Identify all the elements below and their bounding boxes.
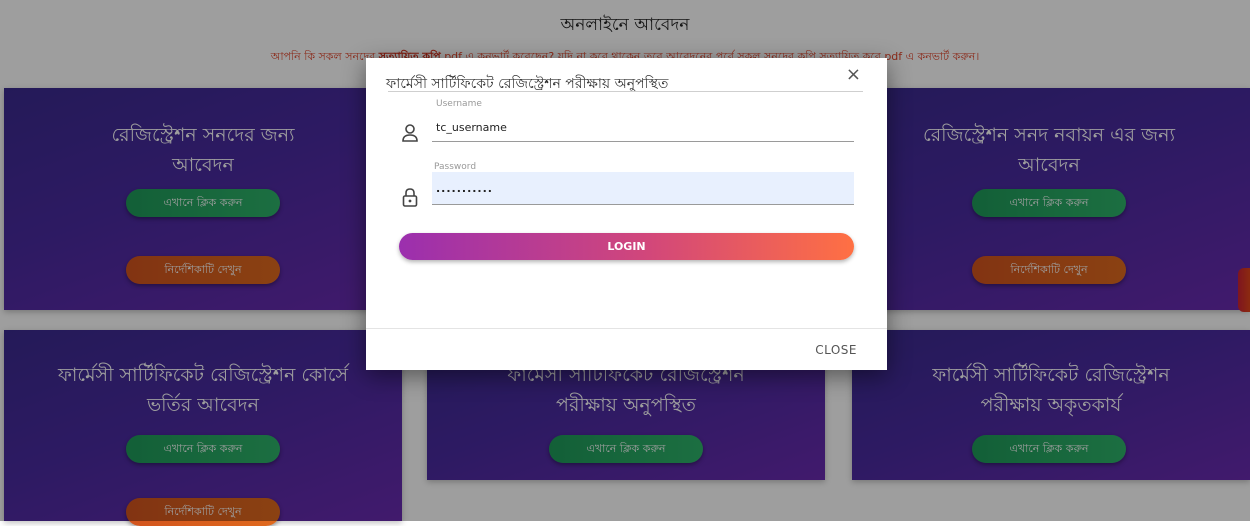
modal-title: ফার্মেসী সার্টিফিকেট রেজিস্ট্রেশন পরীক্ষ…	[386, 76, 669, 92]
login-button[interactable]: LOGIN	[399, 233, 854, 260]
close-button[interactable]: CLOSE	[815, 343, 857, 357]
title-divider	[388, 91, 863, 92]
password-underline	[432, 204, 854, 205]
login-modal: ফার্মেসী সার্টিফিকেট রেজিস্ট্রেশন পরীক্ষ…	[366, 58, 887, 370]
lock-icon	[400, 186, 420, 208]
close-icon[interactable]: ×	[846, 64, 861, 85]
username-field[interactable]	[432, 116, 854, 138]
password-field[interactable]	[432, 172, 854, 204]
footer-divider	[366, 328, 887, 329]
password-label: Password	[434, 162, 477, 172]
username-label: Username	[436, 99, 482, 109]
user-icon	[400, 122, 420, 144]
username-underline	[432, 141, 854, 142]
